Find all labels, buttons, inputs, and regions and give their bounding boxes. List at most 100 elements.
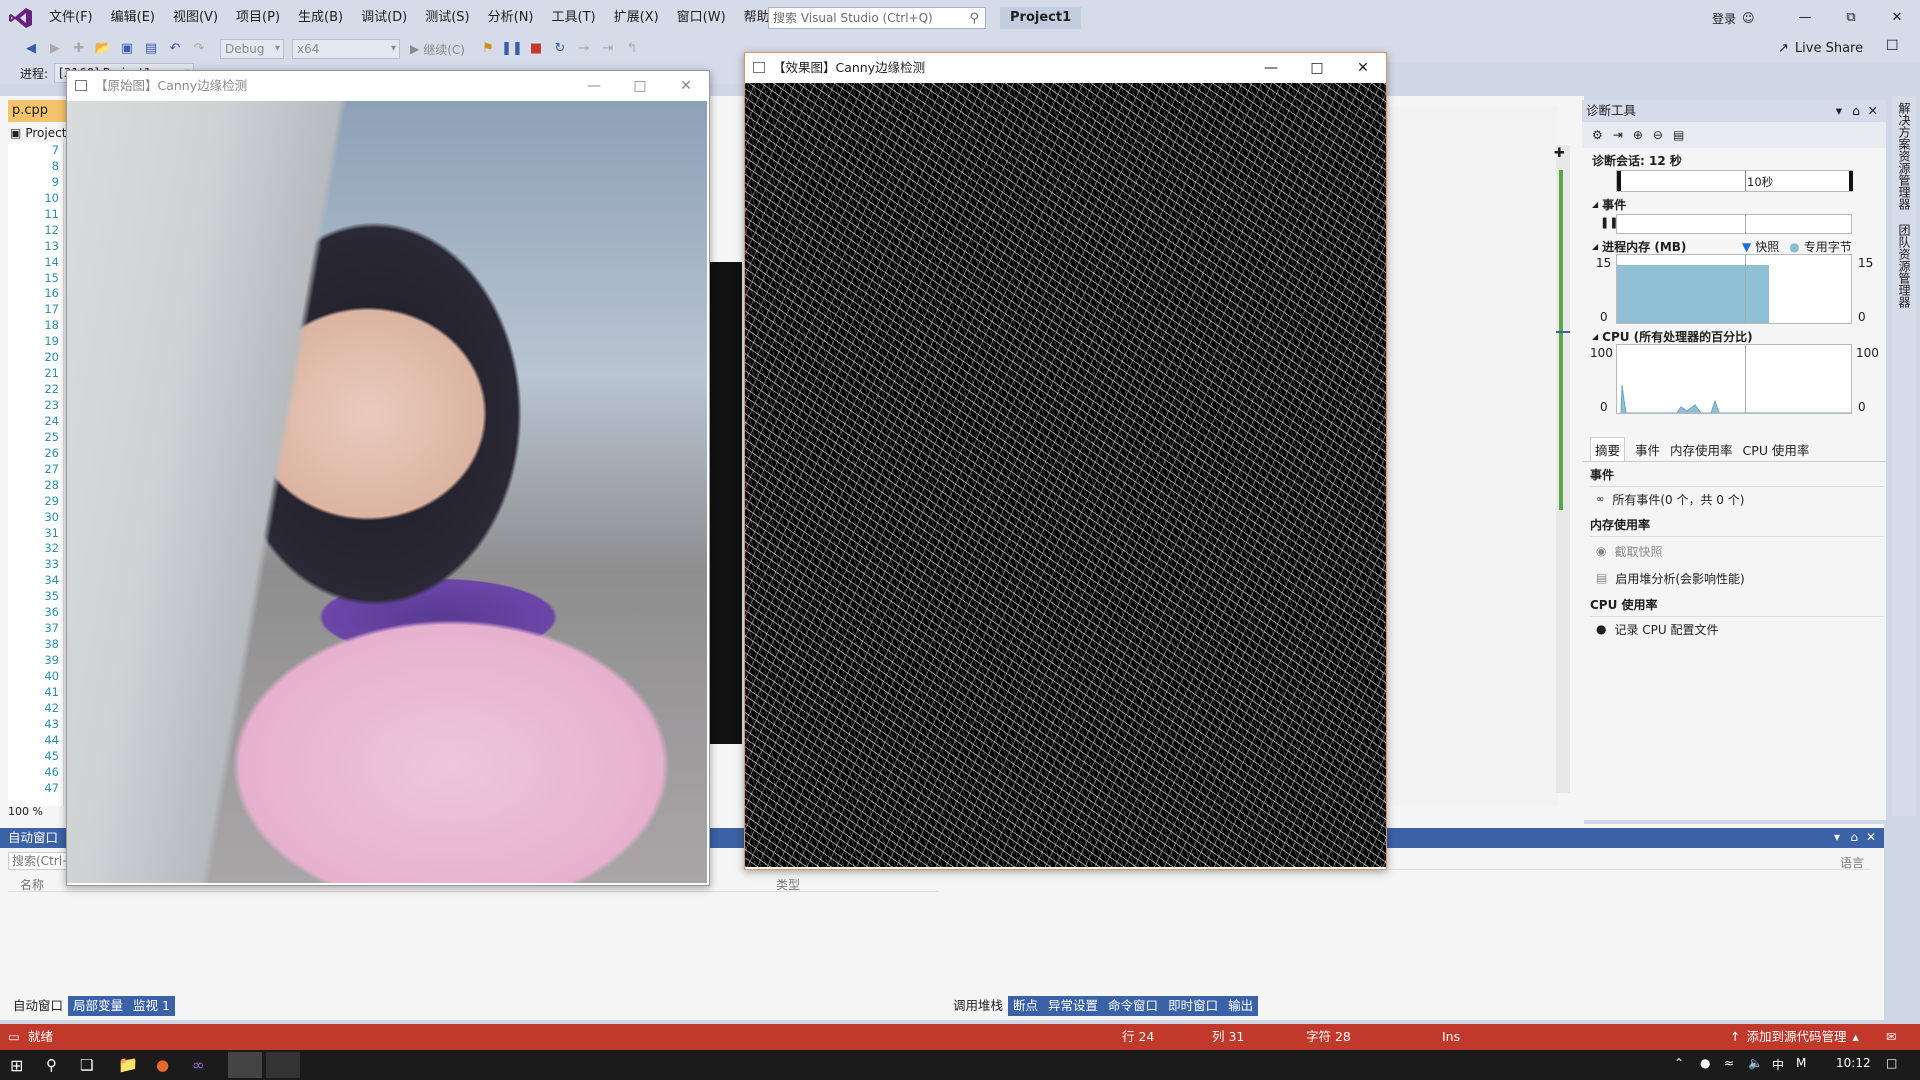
config-select[interactable]: Debug — [220, 39, 284, 59]
opencv-window2-taskbar-icon[interactable] — [266, 1052, 300, 1078]
forward-icon[interactable]: ▶ — [44, 39, 66, 59]
events-section[interactable]: ◢ 事件 — [1592, 196, 1626, 213]
close-icon[interactable]: ✕ — [1866, 830, 1876, 844]
take-snapshot-button[interactable]: ◉ 截取快照 — [1596, 540, 1663, 562]
col-language[interactable]: 语言 — [1840, 854, 1864, 871]
col-name[interactable]: 名称 — [20, 876, 44, 893]
menu-test[interactable]: 测试(S) — [416, 0, 478, 36]
ime-indicator[interactable]: 中 — [1772, 1056, 1784, 1073]
live-share-button[interactable]: ↗ Live Share — [1778, 36, 1863, 62]
input-mode-icon[interactable]: M — [1796, 1056, 1806, 1070]
close-button[interactable]: ✕ — [1340, 53, 1386, 83]
signin-area[interactable]: 登录 ☺ — [1712, 0, 1755, 36]
tab-memory-usage[interactable]: 内存使用率 — [1670, 440, 1733, 459]
timeline-ruler[interactable]: 10秒 — [1616, 170, 1853, 192]
dropdown-icon[interactable]: ▾ — [1836, 100, 1842, 122]
open-icon[interactable]: 📂 — [92, 39, 114, 59]
document-tab[interactable]: p.cpp — [8, 100, 68, 122]
task-view-icon[interactable]: ❏ — [80, 1056, 93, 1074]
menu-extensions[interactable]: 扩展(X) — [605, 0, 668, 36]
step-out-icon[interactable]: ↰ — [621, 39, 643, 59]
pause-icon[interactable]: ❚❚ — [501, 39, 523, 59]
diagnostic-icon[interactable]: ⚑ — [477, 39, 499, 59]
maximize-button[interactable]: □ — [1294, 53, 1340, 83]
close-button[interactable]: ✕ — [1874, 0, 1920, 36]
tray-chevron-icon[interactable]: ⌃ — [1674, 1056, 1684, 1070]
opencv-window-taskbar-icon[interactable] — [228, 1052, 262, 1078]
minimize-button[interactable]: — — [1248, 53, 1294, 83]
minimize-button[interactable]: — — [571, 71, 617, 101]
undo-icon[interactable]: ↶ — [164, 39, 186, 59]
network-icon[interactable]: ≈ — [1724, 1056, 1734, 1070]
visual-studio-taskbar-icon[interactable]: ∞ — [192, 1056, 205, 1074]
team-explorer-tab[interactable]: 团队资源管理器 — [1893, 224, 1915, 308]
close-button[interactable]: ✕ — [663, 71, 709, 101]
restore-button[interactable]: ⧉ — [1828, 0, 1874, 36]
tab-output[interactable]: 输出 — [1223, 996, 1258, 1016]
menu-file[interactable]: 文件(F) — [40, 0, 102, 36]
all-events-link[interactable]: ∞ 所有事件(0 个，共 0 个) — [1596, 488, 1744, 510]
search-icon[interactable]: ⚲ — [46, 1056, 57, 1074]
minimize-button[interactable]: — — [1782, 0, 1828, 36]
step-into-icon[interactable]: → — [573, 39, 595, 59]
maximize-button[interactable]: □ — [617, 71, 663, 101]
original-window-titlebar[interactable]: 【原始图】Canny边缘检测 — □ ✕ — [67, 71, 709, 101]
pin-icon[interactable]: ⌂ — [1850, 830, 1858, 844]
canny-window-titlebar[interactable]: 【效果图】Canny边缘检测 — □ ✕ — [745, 53, 1386, 83]
dropdown-icon[interactable]: ▾ — [1834, 830, 1840, 844]
clock[interactable]: 10:12 — [1836, 1056, 1871, 1070]
zoom-in-icon[interactable]: ⊕ — [1633, 128, 1643, 142]
tab-cpu-usage[interactable]: CPU 使用率 — [1743, 440, 1810, 459]
action-center-icon[interactable]: □ — [1886, 1056, 1897, 1070]
menu-edit[interactable]: 编辑(E) — [102, 0, 164, 36]
split-icon[interactable]: ✚ — [1554, 146, 1565, 161]
zoom-out-icon[interactable]: ⊖ — [1653, 128, 1663, 142]
col-type[interactable]: 类型 — [776, 876, 800, 893]
tab-locals[interactable]: 局部变量 — [68, 996, 128, 1016]
firefox-icon[interactable]: ● — [156, 1056, 169, 1074]
volume-icon[interactable]: 🔈 — [1748, 1056, 1763, 1070]
menu-tools[interactable]: 工具(T) — [543, 0, 605, 36]
solution-dropdown[interactable]: ▣ Project — [10, 124, 66, 142]
tab-immediate-window[interactable]: 即时窗口 — [1163, 996, 1223, 1016]
redo-icon[interactable]: ↷ — [188, 39, 210, 59]
heap-analysis-button[interactable]: ▤ 启用堆分析(会影响性能) — [1596, 567, 1745, 589]
windows-start-icon[interactable]: ⊞ — [10, 1056, 23, 1075]
tab-watch1[interactable]: 监视 1 — [128, 996, 175, 1016]
back-icon[interactable]: ◀ — [20, 39, 42, 59]
step-over-icon[interactable]: ⇥ — [597, 39, 619, 59]
stop-icon[interactable]: ■ — [525, 39, 547, 59]
close-icon[interactable]: ✕ — [1868, 100, 1878, 122]
tab-exception-settings[interactable]: 异常设置 — [1043, 996, 1103, 1016]
menu-project[interactable]: 项目(P) — [227, 0, 289, 36]
pin-icon[interactable]: ⌂ — [1852, 100, 1860, 122]
tab-events[interactable]: 事件 — [1635, 440, 1660, 459]
platform-select[interactable]: x64 — [292, 39, 400, 59]
menu-analyze[interactable]: 分析(N) — [479, 0, 543, 36]
cpu-section[interactable]: ◢ CPU (所有处理器的百分比) — [1592, 328, 1753, 345]
tray-app-icon[interactable]: ● — [1700, 1056, 1710, 1070]
tab-breakpoints[interactable]: 断点 — [1008, 996, 1043, 1016]
new-project-icon[interactable]: ✚ — [68, 39, 90, 59]
menu-build[interactable]: 生成(B) — [289, 0, 352, 36]
save-icon[interactable]: ▣ — [116, 39, 138, 59]
menu-window[interactable]: 窗口(W) — [668, 0, 735, 36]
settings-gear-icon[interactable]: ⚙ — [1592, 128, 1603, 142]
continue-button[interactable]: ▶ 继续(C) — [410, 41, 465, 58]
feedback-icon[interactable]: ☐ — [1886, 38, 1899, 54]
file-explorer-icon[interactable]: 📁 — [118, 1055, 138, 1074]
tab-command-window[interactable]: 命令窗口 — [1103, 996, 1163, 1016]
record-cpu-button[interactable]: ● 记录 CPU 配置文件 — [1596, 618, 1719, 640]
tab-summary[interactable]: 摘要 — [1590, 437, 1626, 462]
restart-icon[interactable]: ↻ — [549, 39, 571, 59]
tab-call-stack[interactable]: 调用堆栈 — [948, 996, 1009, 1016]
add-to-source-control-button[interactable]: ↑ 添加到源代码管理 ▴ — [1730, 1024, 1859, 1050]
save-all-icon[interactable]: ▤ — [140, 39, 162, 59]
menu-debug[interactable]: 调试(D) — [352, 0, 416, 36]
zoom-level[interactable]: 100 % — [8, 804, 43, 820]
chart-icon[interactable]: ▤ — [1673, 128, 1684, 142]
solution-explorer-tab[interactable]: 解决方案资源管理器 — [1893, 102, 1915, 210]
notification-icon[interactable]: ✉ — [1886, 1024, 1896, 1050]
export-icon[interactable]: ⇥ — [1613, 128, 1623, 142]
tab-autos[interactable]: 自动窗口 — [8, 996, 69, 1016]
